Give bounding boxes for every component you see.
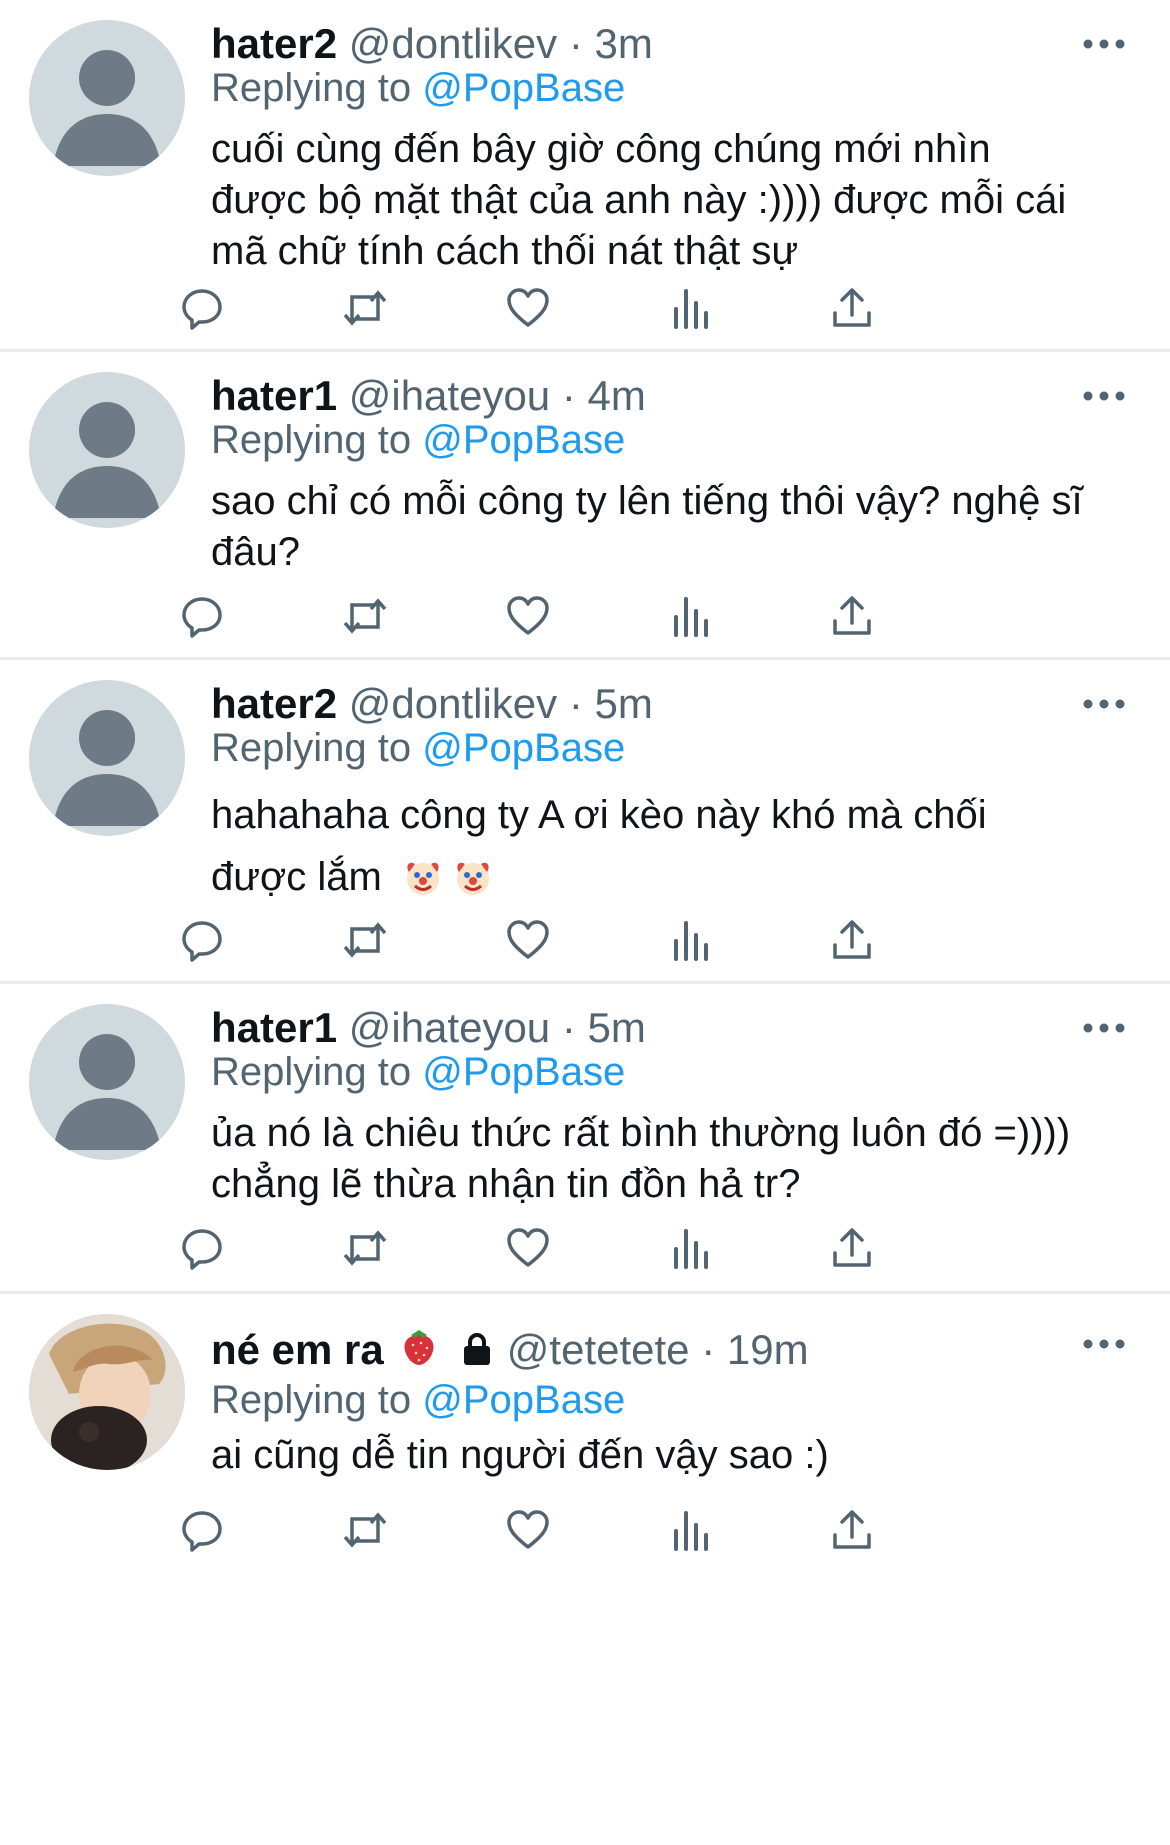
mention-link[interactable]: @PopBase [422,66,625,110]
display-name[interactable]: hater1 [211,1004,337,1051]
timestamp[interactable]: 5m [594,680,652,727]
user-handle[interactable]: @ihateyou [349,372,550,419]
action-bar [0,1502,1170,1562]
share-icon[interactable] [824,1502,880,1558]
mention-link[interactable]: @PopBase [422,726,625,770]
timestamp[interactable]: 19m [727,1326,809,1373]
replying-to-label: Replying to [211,66,412,110]
default-avatar-icon[interactable] [29,372,185,528]
tweet-header: né em ra @tetetete · 19m [211,1324,1030,1376]
analytics-icon[interactable] [663,280,719,336]
strawberry-emoji [401,1327,437,1379]
reply-icon[interactable] [174,588,230,644]
display-name[interactable]: hater1 [211,372,337,419]
reply-icon[interactable] [174,1502,230,1558]
mention-link[interactable]: @PopBase [422,418,625,462]
analytics-icon[interactable] [663,1502,719,1558]
share-icon[interactable] [824,588,880,644]
analytics-icon[interactable] [663,912,719,968]
display-name[interactable]: né em ra [211,1326,384,1373]
tweet-text: sao chỉ có mỗi công ty lên tiếng thôi vậ… [211,479,1083,574]
tweet[interactable]: hater1 @ihateyou · 5m Replying to @PopBa… [0,984,1170,1294]
like-icon[interactable] [500,1502,556,1558]
display-name[interactable]: hater2 [211,680,337,727]
tweet[interactable]: hater2 @dontlikev · 5m Replying to @PopB… [0,660,1170,984]
reply-icon[interactable] [174,1220,230,1276]
timestamp[interactable]: 5m [588,1004,646,1051]
tweet[interactable]: né em ra @tetetete · 19m Replying to @Po… [0,1294,1170,1845]
replying-to-label: Replying to [211,1378,412,1422]
action-bar [0,280,1170,340]
analytics-icon[interactable] [663,1220,719,1276]
like-icon[interactable] [500,280,556,336]
photo-avatar[interactable] [29,1314,185,1470]
reply-icon[interactable] [174,912,230,968]
separator-dot: · [561,1004,576,1051]
timestamp[interactable]: 4m [588,372,646,419]
tweet-text: hahahaha công ty A ơi kèo này khó mà chố… [211,784,1091,916]
retweet-icon[interactable] [337,912,393,968]
lock-icon [459,1327,495,1379]
tweet[interactable]: hater1 @ihateyou · 4m Replying to @PopBa… [0,352,1170,660]
replying-to: Replying to @PopBase [211,414,625,466]
retweet-icon[interactable] [337,588,393,644]
separator-dot: · [568,20,583,67]
replying-to: Replying to @PopBase [211,1046,625,1098]
user-handle[interactable]: @dontlikev [349,680,557,727]
analytics-icon[interactable] [663,588,719,644]
replying-to: Replying to @PopBase [211,1374,625,1426]
tweet-text: cuối cùng đến bây giờ công chúng mới nhì… [211,127,1067,273]
more-options-icon[interactable] [1082,34,1126,54]
replying-to-label: Replying to [211,1050,412,1094]
like-icon[interactable] [500,588,556,644]
action-bar [0,1220,1170,1280]
default-avatar-icon[interactable] [29,1004,185,1160]
share-icon[interactable] [824,280,880,336]
replying-to: Replying to @PopBase [211,722,625,774]
default-avatar-icon[interactable] [29,680,185,836]
more-options-icon[interactable] [1082,1334,1126,1354]
separator-dot: · [561,372,576,419]
tweet-text: ai cũng dễ tin người đến vậy sao :) [211,1433,829,1477]
default-avatar-icon[interactable] [29,20,185,176]
more-options-icon[interactable] [1082,694,1126,714]
user-handle[interactable]: @tetetete [507,1326,690,1373]
tweet-text: ủa nó là chiêu thức rất bình thường luôn… [211,1111,1071,1206]
replying-to-label: Replying to [211,726,412,770]
clown-face-emoji [453,854,493,916]
share-icon[interactable] [824,912,880,968]
retweet-icon[interactable] [337,1220,393,1276]
retweet-icon[interactable] [337,1502,393,1558]
like-icon[interactable] [500,1220,556,1276]
retweet-icon[interactable] [337,280,393,336]
more-options-icon[interactable] [1082,1018,1126,1038]
more-options-icon[interactable] [1082,386,1126,406]
mention-link[interactable]: @PopBase [422,1378,625,1422]
mention-link[interactable]: @PopBase [422,1050,625,1094]
display-name[interactable]: hater2 [211,20,337,67]
user-handle[interactable]: @dontlikev [349,20,557,67]
replying-to: Replying to @PopBase [211,62,625,114]
like-icon[interactable] [500,912,556,968]
clown-face-emoji [403,854,443,916]
replying-to-label: Replying to [211,418,412,462]
action-bar [0,912,1170,972]
action-bar [0,588,1170,648]
reply-icon[interactable] [174,280,230,336]
separator-dot: · [701,1326,716,1373]
tweet[interactable]: hater2 @dontlikev · 3m Replying to @PopB… [0,0,1170,352]
share-icon[interactable] [824,1220,880,1276]
separator-dot: · [568,680,583,727]
tweet-text-content: hahahaha công ty A ơi kèo này khó mà chố… [211,793,987,899]
timestamp[interactable]: 3m [594,20,652,67]
user-handle[interactable]: @ihateyou [349,1004,550,1051]
